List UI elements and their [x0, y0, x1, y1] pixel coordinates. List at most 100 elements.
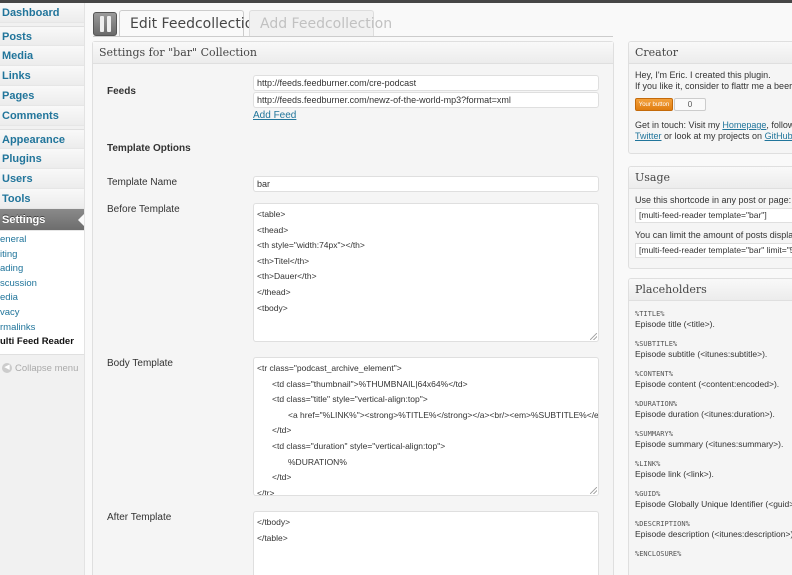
code-line: <td class="title" style="vertical-align:…	[272, 394, 428, 405]
code-line: </td>	[272, 472, 292, 483]
placeholder-description: Episode content (<content:encoded>).	[635, 379, 780, 389]
menu-tools[interactable]: Tools	[0, 189, 84, 209]
collection-settings-box: Settings for "bar" Collection Feeds http…	[92, 41, 614, 575]
creator-box: Creator Hey, I'm Eric. I created this pl…	[628, 41, 792, 154]
flattr-widget: Your button 0	[635, 98, 792, 111]
placeholder-code: %DURATION%	[635, 400, 678, 408]
contact-mid2: or look at my projects on	[661, 131, 765, 141]
submenu-multi-feed-reader[interactable]: ulti Feed Reader	[0, 335, 84, 350]
feed-url-input-1[interactable]: http://feeds.feedburner.com/cre-podcast	[253, 75, 599, 91]
submenu-permalinks[interactable]: rmalinks	[0, 321, 84, 336]
usage-text-2: You can limit the amount of posts displa…	[635, 230, 792, 240]
placeholder-description: Episode summary (<itunes:summary>).	[635, 439, 784, 449]
code-line: <a href="%LINK%"><strong>%TITLE%</strong…	[288, 409, 599, 420]
submenu-privacy[interactable]: vacy	[0, 306, 84, 321]
contact-text-2: Twitter or look at my projects on GitHub…	[629, 131, 792, 142]
add-feed-link[interactable]: Add Feed	[253, 110, 296, 121]
feed-url-input-2[interactable]: http://feeds.feedburner.com/newz-of-the-…	[253, 92, 599, 108]
flattr-button[interactable]: Your button	[635, 98, 673, 111]
settings-box-title: Settings for "bar" Collection	[93, 42, 613, 64]
contact-mid: , follow me	[766, 120, 792, 130]
placeholder-code: %CONTENT%	[635, 370, 673, 378]
usage-box: Usage Use this shortcode in any post or …	[628, 166, 792, 269]
menu-dashboard[interactable]: Dashboard	[0, 3, 84, 23]
menu-plugins[interactable]: Plugins	[0, 149, 84, 169]
collapse-menu-label: Collapse menu	[15, 362, 79, 374]
after-template-textarea[interactable]: </tbody> </table>	[253, 511, 599, 575]
placeholder-description: Episode duration (<itunes:duration>).	[635, 409, 775, 419]
settings-submenu: eneral iting ading scussion edia vacy rm…	[0, 231, 84, 355]
creator-box-title: Creator	[629, 42, 792, 64]
creator-flattr-text: If you like it, consider to flattr me a …	[635, 81, 792, 91]
template-name-input[interactable]: bar	[253, 176, 599, 192]
code-line: <td class="thumbnail">%THUMBNAIL|64x64%<…	[272, 378, 468, 389]
code-line: <tr class="podcast_archive_element">	[257, 363, 402, 373]
resize-handle-icon[interactable]	[590, 487, 597, 494]
shortcode-field-2[interactable]: [multi-feed-reader template="bar" limit=…	[635, 243, 792, 258]
placeholder-code: %SUMMARY%	[635, 430, 673, 438]
menu-links[interactable]: Links	[0, 66, 84, 86]
placeholder-description: Episode link (<link>).	[635, 469, 714, 479]
body-template-textarea[interactable]: <tr class="podcast_archive_element"> <td…	[253, 357, 599, 496]
tab-add-feedcollection[interactable]: Add Feedcollection	[249, 10, 392, 37]
menu-appearance[interactable]: Appearance	[0, 129, 84, 149]
placeholder-description: Episode subtitle (<itunes:subtitle>).	[635, 349, 768, 359]
placeholder-code: %DESCRIPTION%	[635, 520, 690, 528]
placeholder-description: Episode title (<title>).	[635, 319, 715, 329]
creator-intro-text: Hey, I'm Eric. I created this plugin.	[635, 70, 771, 80]
placeholders-box: Placeholders %TITLE% Episode title (<tit…	[628, 278, 792, 575]
code-line: <th style="width:74px"></th>	[257, 240, 365, 251]
menu-settings[interactable]: Settings	[0, 209, 84, 231]
submenu-media[interactable]: edia	[0, 291, 84, 306]
resize-handle-icon[interactable]	[590, 333, 597, 340]
menu-media[interactable]: Media	[0, 46, 84, 66]
code-line: </tbody>	[257, 517, 291, 527]
collapse-menu-button[interactable]: ◀ Collapse menu	[0, 363, 84, 374]
tab-divider	[93, 36, 613, 37]
code-line: </table>	[257, 532, 288, 543]
code-line: <table>	[257, 209, 286, 219]
code-line: <thead>	[257, 224, 289, 235]
code-line: </tr>	[257, 487, 275, 496]
placeholder-list: %TITLE% Episode title (<title>). %SUBTIT…	[629, 310, 792, 559]
after-template-label: After Template	[107, 512, 172, 523]
body-template-label: Body Template	[107, 358, 173, 369]
homepage-link[interactable]: Homepage	[722, 120, 766, 130]
collapse-arrow-icon: ◀	[2, 363, 12, 374]
menu-users[interactable]: Users	[0, 169, 84, 189]
usage-text-1: Use this shortcode in any post or page:	[635, 195, 792, 205]
submenu-writing[interactable]: iting	[0, 248, 84, 263]
code-line: <th>Titel</th>	[257, 255, 310, 266]
code-line: </thead>	[257, 286, 291, 297]
usage-box-title: Usage	[629, 167, 792, 189]
twitter-link[interactable]: Twitter	[635, 131, 662, 141]
submenu-reading[interactable]: ading	[0, 262, 84, 277]
placeholder-code: %ENCLOSURE%	[635, 550, 682, 558]
before-template-textarea[interactable]: <table> <thead> <th style="width:74px"><…	[253, 203, 599, 342]
menu-comments[interactable]: Comments	[0, 106, 84, 126]
code-line: <tbody>	[257, 302, 288, 313]
github-link[interactable]: GitHub	[765, 131, 792, 141]
shortcode-field-1[interactable]: [multi-feed-reader template="bar"]	[635, 208, 792, 223]
placeholder-code: %GUID%	[635, 490, 661, 498]
template-name-label: Template Name	[107, 177, 178, 188]
placeholder-description: Episode description (<itunes:description…	[635, 529, 792, 539]
before-template-label: Before Template	[107, 204, 180, 215]
admin-bar	[0, 0, 792, 3]
placeholder-description: Episode Globally Unique Identifier (<gui…	[635, 499, 792, 509]
submenu-general[interactable]: eneral	[0, 233, 84, 248]
submenu-discussion[interactable]: scussion	[0, 277, 84, 292]
flattr-count: 0	[674, 98, 706, 111]
menu-pages[interactable]: Pages	[0, 86, 84, 106]
contact-text: Get in touch: Visit my Homepage, follow …	[629, 120, 792, 131]
code-line: <th>Dauer</th>	[257, 271, 317, 282]
code-line: %DURATION%	[288, 456, 347, 467]
admin-sidebar: Dashboard Posts Media Links Pages Commen…	[0, 3, 85, 575]
template-options-heading: Template Options	[107, 143, 191, 154]
placeholders-box-title: Placeholders	[629, 279, 792, 301]
plugin-settings-icon	[93, 12, 117, 36]
placeholder-code: %TITLE%	[635, 310, 665, 318]
tab-edit-feedcollection[interactable]: Edit Feedcollection	[119, 10, 262, 37]
menu-posts[interactable]: Posts	[0, 26, 84, 46]
placeholder-code: %LINK%	[635, 460, 661, 468]
